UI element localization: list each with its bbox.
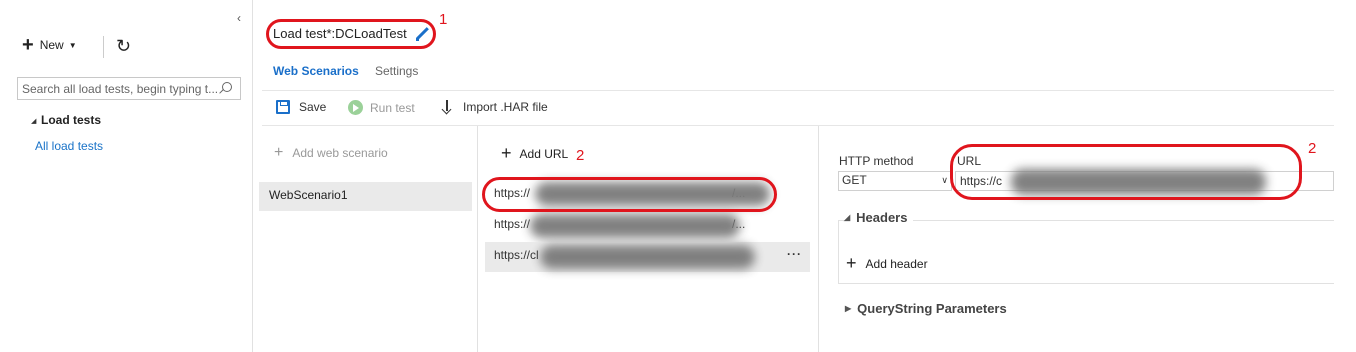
http-method-select[interactable]: GET ∨ [838,171,952,191]
http-method-label: HTTP method [839,154,914,168]
plus-icon: + [846,253,857,273]
search-input[interactable] [22,81,218,96]
save-button[interactable]: Save [276,100,326,114]
column-divider [477,126,478,352]
expand-triangle-icon: ▶ [845,304,852,313]
tab-settings[interactable]: Settings [375,64,418,78]
querystring-section-toggle[interactable]: ▶ QueryString Parameters [845,301,1007,316]
edit-pencil-icon[interactable] [415,27,429,41]
url-list-item[interactable]: https:// /... [485,211,810,241]
refresh-icon[interactable]: ↻ [116,36,131,57]
new-button-label: New [39,38,64,52]
annotation-number-2b: 2 [1308,140,1317,157]
import-har-label: Import .HAR file [463,100,548,114]
import-har-button[interactable]: Import .HAR file [440,100,548,114]
page-title: Load test*:DCLoadTest [273,26,429,41]
download-arrow-icon [440,100,454,114]
annotation-oval-url-field [950,144,1302,200]
http-method-value: GET [842,173,867,187]
new-button[interactable]: + New ▼ [22,34,77,56]
tree-expand-icon[interactable]: ◢ [31,117,36,125]
url-list-item-selected[interactable]: https://cl ··· [485,242,810,272]
add-web-scenario-button[interactable]: + Add web scenario [274,144,388,162]
add-url-button[interactable]: + Add URL [501,143,568,164]
headers-section [838,220,1334,284]
more-options-icon[interactable]: ··· [787,247,802,261]
add-header-button[interactable]: + Add header [846,253,928,274]
chevron-down-icon: ∨ [941,175,948,185]
tree-link-all-load-tests[interactable]: All load tests [35,139,103,153]
collapse-chevron-icon[interactable]: ‹ [237,11,241,25]
annotation-number-1: 1 [439,11,448,28]
querystring-title: QueryString Parameters [857,301,1007,316]
plus-icon: + [501,143,512,163]
add-web-scenario-label: Add web scenario [292,146,388,160]
page-title-text: Load test*:DCLoadTest [273,26,407,41]
play-icon [348,100,363,115]
annotation-number-2: 2 [576,147,585,164]
tree-heading-load-tests[interactable]: Load tests [41,113,101,127]
toolbar-divider-bottom [262,125,1334,126]
headers-section-toggle[interactable]: ◢ Headers [844,210,914,225]
headers-title: Headers [856,210,908,225]
redacted-blur [530,214,740,238]
url-text: https://cl [494,248,539,262]
add-header-label: Add header [865,256,928,271]
toolbar-divider [103,36,104,58]
search-box[interactable] [17,77,241,100]
tab-web-scenarios[interactable]: Web Scenarios [273,64,359,78]
save-icon [276,100,290,114]
run-test-label: Run test [370,100,415,115]
save-button-label: Save [299,100,327,114]
run-test-button[interactable]: Run test [348,100,415,115]
scenario-item[interactable]: WebScenario1 [259,182,472,211]
redacted-blur [540,245,755,269]
plus-icon: + [274,144,284,161]
annotation-oval-url-item [482,177,777,212]
tabs-divider [262,90,1334,91]
collapse-triangle-icon: ◢ [844,213,851,222]
url-text: https:// [494,217,531,231]
add-url-label: Add URL [519,146,569,161]
search-icon[interactable] [218,81,232,96]
column-divider [818,126,819,352]
plus-icon: + [22,34,34,56]
caret-down-icon: ▼ [68,40,77,50]
